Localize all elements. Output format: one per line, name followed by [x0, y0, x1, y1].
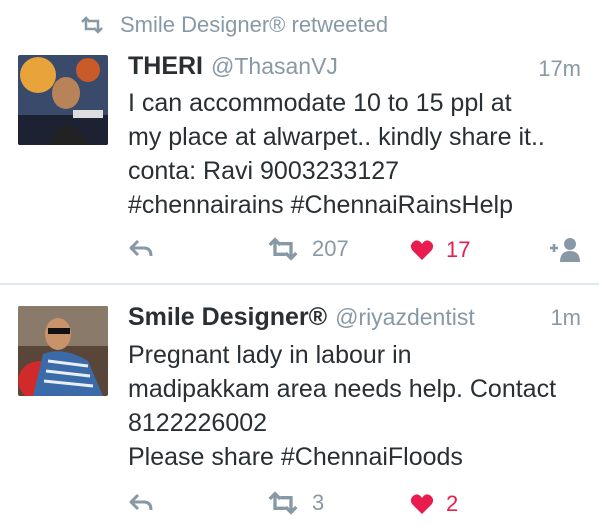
tweet-header: Smile Designer® @riyazdentist [128, 303, 475, 332]
heart-icon [410, 240, 434, 260]
like-count: 2 [446, 491, 459, 516]
heart-icon [410, 494, 434, 514]
retweet-context-label: Smile Designer® retweeted [120, 12, 389, 37]
add-user-icon [550, 238, 580, 262]
user-name[interactable]: Smile Designer® [128, 303, 327, 332]
retweet-count: 207 [312, 236, 349, 261]
retweet-context: Smile Designer® retweeted [80, 12, 388, 38]
like-button[interactable]: 17 [410, 237, 470, 263]
avatar[interactable] [18, 306, 108, 396]
retweet-icon [268, 237, 298, 261]
follow-button[interactable] [548, 236, 582, 262]
tweet-divider [0, 283, 599, 285]
retweet-button[interactable]: 3 [266, 490, 324, 516]
retweet-icon [268, 491, 298, 515]
reply-button[interactable] [128, 238, 154, 260]
user-handle[interactable]: @ThasanVJ [211, 53, 338, 80]
avatar[interactable] [18, 55, 108, 145]
tweet-time: 1m [550, 305, 581, 330]
like-count: 17 [446, 237, 471, 262]
avatar-image [18, 306, 108, 396]
reply-icon [129, 493, 153, 511]
retweet-icon [81, 16, 103, 34]
tweet-header: THERI @ThasanVJ [128, 52, 338, 81]
user-handle[interactable]: @riyazdentist [335, 304, 475, 331]
user-name[interactable]: THERI [128, 52, 203, 81]
tweet-text: Pregnant lady in labour in madipakkam ar… [128, 341, 557, 471]
reply-icon [129, 239, 153, 257]
retweet-button[interactable]: 207 [266, 236, 349, 262]
retweet-count: 3 [312, 490, 325, 515]
tweet-time: 17m [538, 56, 581, 81]
avatar-image [18, 55, 108, 145]
tweet-text: I can accommodate 10 to 15 ppl at my pla… [128, 89, 545, 219]
like-button[interactable]: 2 [410, 491, 458, 517]
reply-button[interactable] [128, 492, 154, 514]
